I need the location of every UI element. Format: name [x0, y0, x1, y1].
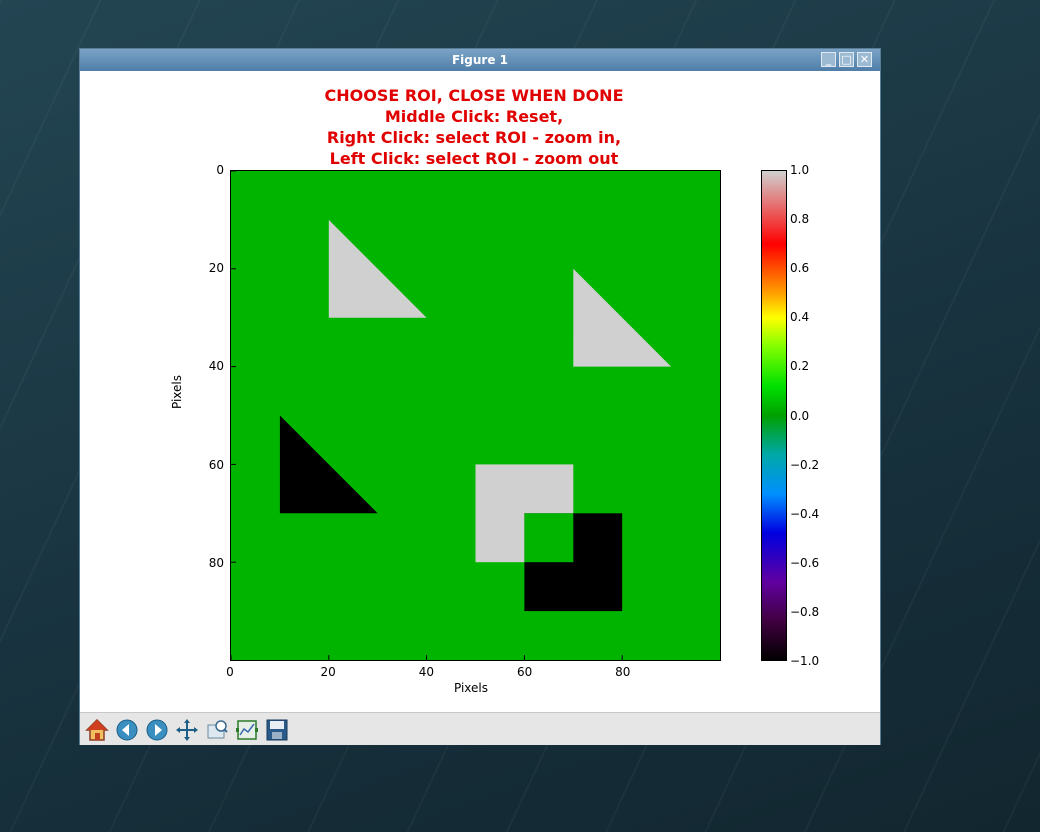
colorbar-tick-label: 0.0 — [790, 408, 810, 423]
pan-icon — [176, 719, 198, 741]
x-tick-label: 40 — [418, 665, 435, 679]
colorbar-tick-label: −1.0 — [790, 654, 820, 668]
x-axis-label: Pixels — [454, 681, 489, 695]
title-bar[interactable]: Figure 1 _ □ ✕ — [80, 49, 880, 71]
maximize-button[interactable]: □ — [839, 52, 854, 67]
heatmap-rect-6 — [524, 513, 574, 563]
minimize-icon: _ — [825, 53, 832, 66]
maximize-icon: □ — [841, 53, 852, 66]
y-tick-label: 60 — [208, 457, 224, 472]
save-icon — [266, 719, 288, 741]
y-axis-label: Pixels — [170, 374, 184, 409]
heatmap-image — [231, 171, 720, 660]
x-tick-label: 20 — [320, 665, 336, 679]
back-icon — [116, 719, 138, 741]
figure-window: Figure 1 _ □ ✕ CHOOSE ROI, CLOSE WHEN DO… — [79, 48, 881, 745]
colorbar-tick-label: −0.6 — [790, 555, 820, 570]
forward-button[interactable] — [144, 717, 170, 743]
window-title: Figure 1 — [451, 53, 509, 67]
x-tick-label: 60 — [516, 665, 533, 679]
home-button[interactable] — [84, 717, 110, 743]
colorbar-tick-label: 0.2 — [790, 359, 810, 374]
image-axes[interactable] — [230, 170, 721, 661]
back-button[interactable] — [114, 717, 140, 743]
colorbar-tick-label: −0.4 — [790, 506, 820, 521]
y-tick-label: 20 — [208, 261, 224, 276]
zoom-icon — [207, 720, 228, 739]
forward-icon — [146, 719, 168, 741]
minimize-button[interactable]: _ — [821, 52, 836, 67]
colorbar — [761, 170, 787, 661]
title-line-2: Middle Click: Reset, — [384, 107, 564, 126]
y-tick-label: 0 — [216, 163, 224, 177]
y-tick-label: 40 — [208, 359, 224, 374]
title-line-3: Right Click: select ROI - zoom in, — [326, 128, 622, 147]
navigation-toolbar — [80, 712, 880, 745]
colorbar-tick-label: 0.6 — [790, 261, 810, 276]
close-icon: ✕ — [859, 53, 870, 66]
colorbar-tick-label: 0.4 — [790, 310, 810, 325]
title-line-1: CHOOSE ROI, CLOSE WHEN DONE — [324, 86, 624, 105]
colorbar-tick-label: 0.8 — [790, 212, 810, 227]
plot-title: CHOOSE ROI, CLOSE WHEN DONE Middle Click… — [80, 85, 868, 169]
colorbar-tick-label: −0.2 — [790, 457, 820, 472]
subplots-icon — [236, 720, 258, 740]
save-button[interactable] — [264, 717, 290, 743]
x-tick-label: 80 — [615, 665, 631, 679]
home-icon — [85, 718, 109, 741]
colorbar-tick-label: 1.0 — [790, 163, 810, 177]
subplots-button[interactable] — [234, 717, 260, 743]
pan-button[interactable] — [174, 717, 200, 743]
close-button[interactable]: ✕ — [857, 52, 872, 67]
heatmap-background — [231, 171, 720, 660]
colorbar-tick-label: −0.8 — [790, 604, 820, 619]
x-tick-label: 0 — [226, 665, 234, 679]
figure-canvas[interactable]: CHOOSE ROI, CLOSE WHEN DONE Middle Click… — [80, 71, 880, 712]
y-tick-label: 80 — [208, 555, 224, 570]
zoom-button[interactable] — [204, 717, 230, 743]
